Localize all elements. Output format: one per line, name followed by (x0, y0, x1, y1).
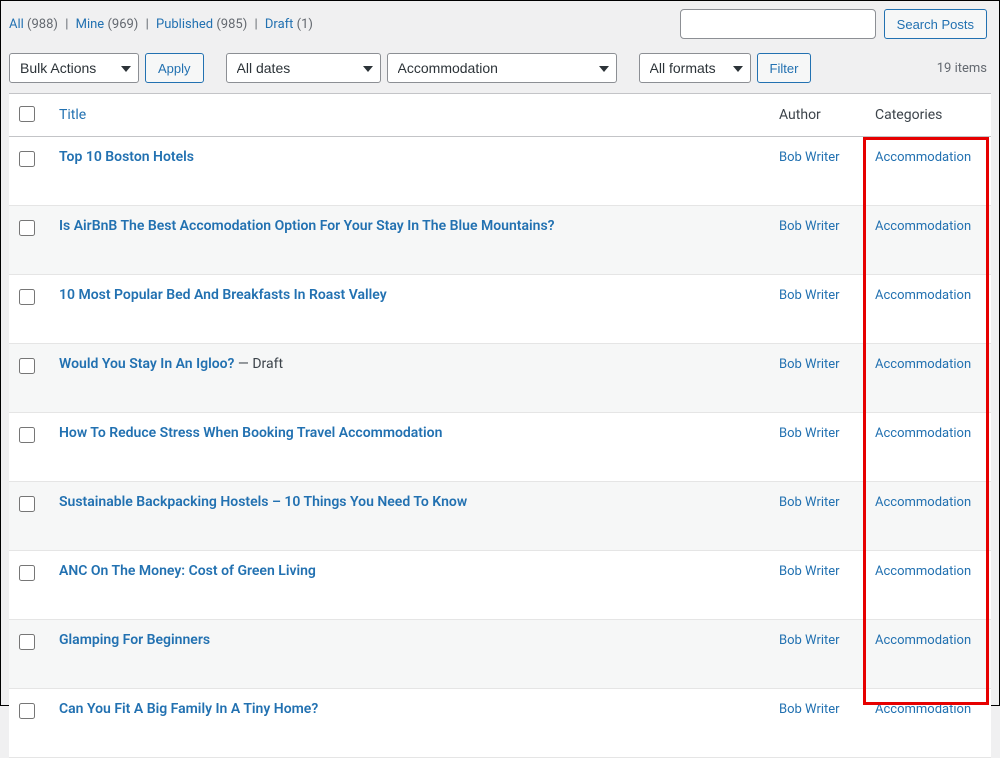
table-row: Is AirBnB The Best Accomodation Option F… (9, 206, 991, 275)
table-row: Can You Fit A Big Family In A Tiny Home?… (9, 689, 991, 758)
author-link[interactable]: Bob Writer (779, 288, 840, 303)
author-link[interactable]: Bob Writer (779, 702, 840, 717)
post-title-link[interactable]: Can You Fit A Big Family In A Tiny Home? (59, 701, 318, 717)
filter-links: All (988) | Mine (969) | Published (985)… (9, 17, 313, 32)
top-row: All (988) | Mine (969) | Published (985)… (1, 1, 999, 47)
author-link[interactable]: Bob Writer (779, 564, 840, 579)
category-link[interactable]: Accommodation (875, 426, 971, 441)
category-link[interactable]: Accommodation (875, 633, 971, 648)
table-row: Top 10 Boston Hotels Bob Writer Accommodat… (9, 137, 991, 206)
category-link[interactable]: Accommodation (875, 564, 971, 579)
row-checkbox[interactable] (19, 703, 35, 719)
filter-all-link[interactable]: All (9, 17, 24, 32)
category-link[interactable]: Accommodation (875, 495, 971, 510)
table-row: Would You Stay In An Igloo? — Draft Bob W… (9, 344, 991, 413)
row-checkbox[interactable] (19, 151, 35, 167)
category-link[interactable]: Accommodation (875, 288, 971, 303)
column-author: Author (769, 94, 865, 137)
author-link[interactable]: Bob Writer (779, 219, 840, 234)
post-state: — Draft (234, 356, 283, 372)
filter-all-count: (988) (27, 17, 58, 32)
table-row: ANC On The Money: Cost of Green Living Bo… (9, 551, 991, 620)
search-input[interactable] (680, 9, 876, 39)
row-checkbox[interactable] (19, 634, 35, 650)
category-link[interactable]: Accommodation (875, 702, 971, 717)
post-title-link[interactable]: How To Reduce Stress When Booking Travel… (59, 425, 442, 441)
filter-mine-link[interactable]: Mine (76, 17, 105, 32)
row-checkbox[interactable] (19, 289, 35, 305)
filter-draft-link[interactable]: Draft (265, 17, 294, 32)
apply-button[interactable]: Apply (145, 53, 204, 83)
bulk-actions-select[interactable]: Bulk Actions (9, 53, 139, 83)
row-checkbox[interactable] (19, 496, 35, 512)
tablenav: Bulk Actions Apply All dates Accommodati… (1, 47, 999, 93)
table-row: 10 Most Popular Bed And Breakfasts In Ro… (9, 275, 991, 344)
post-title-link[interactable]: Would You Stay In An Igloo? (59, 356, 234, 372)
table-row: Glamping For Beginners Bob Writer Accommod… (9, 620, 991, 689)
category-link[interactable]: Accommodation (875, 150, 971, 165)
filter-draft-count: (1) (297, 17, 313, 32)
search-posts-button[interactable]: Search Posts (884, 9, 987, 39)
category-select[interactable]: Accommodation (387, 53, 617, 83)
column-categories: Categories (865, 94, 991, 137)
author-link[interactable]: Bob Writer (779, 426, 840, 441)
post-title-link[interactable]: Glamping For Beginners (59, 632, 210, 648)
filter-button[interactable]: Filter (757, 53, 812, 83)
filter-published-count: (985) (216, 17, 247, 32)
dates-select[interactable]: All dates (226, 53, 381, 83)
post-title-link[interactable]: ANC On The Money: Cost of Green Living (59, 563, 316, 579)
table-row: Sustainable Backpacking Hostels – 10 Thi… (9, 482, 991, 551)
post-title-link[interactable]: Is AirBnB The Best Accomodation Option F… (59, 218, 555, 234)
row-checkbox[interactable] (19, 358, 35, 374)
post-title-link[interactable]: 10 Most Popular Bed And Breakfasts In Ro… (59, 287, 387, 303)
row-checkbox[interactable] (19, 427, 35, 443)
author-link[interactable]: Bob Writer (779, 495, 840, 510)
category-link[interactable]: Accommodation (875, 219, 971, 234)
main-area: Title Author Categories Top 10 Boston Ho… (9, 93, 991, 758)
author-link[interactable]: Bob Writer (779, 150, 840, 165)
items-count: 19 items (937, 61, 987, 76)
author-link[interactable]: Bob Writer (779, 357, 840, 372)
select-all-checkbox[interactable] (19, 106, 35, 122)
posts-table: Title Author Categories Top 10 Boston Ho… (9, 93, 991, 758)
table-row: How To Reduce Stress When Booking Travel… (9, 413, 991, 482)
search-area: Search Posts (680, 9, 987, 39)
formats-select[interactable]: All formats (639, 53, 751, 83)
row-checkbox[interactable] (19, 565, 35, 581)
post-title-link[interactable]: Sustainable Backpacking Hostels – 10 Thi… (59, 494, 467, 510)
column-title[interactable]: Title (49, 94, 769, 137)
category-link[interactable]: Accommodation (875, 357, 971, 372)
filter-published-link[interactable]: Published (156, 17, 213, 32)
post-title-link[interactable]: Top 10 Boston Hotels (59, 149, 194, 165)
row-checkbox[interactable] (19, 220, 35, 236)
author-link[interactable]: Bob Writer (779, 633, 840, 648)
filter-mine-count: (969) (107, 17, 138, 32)
